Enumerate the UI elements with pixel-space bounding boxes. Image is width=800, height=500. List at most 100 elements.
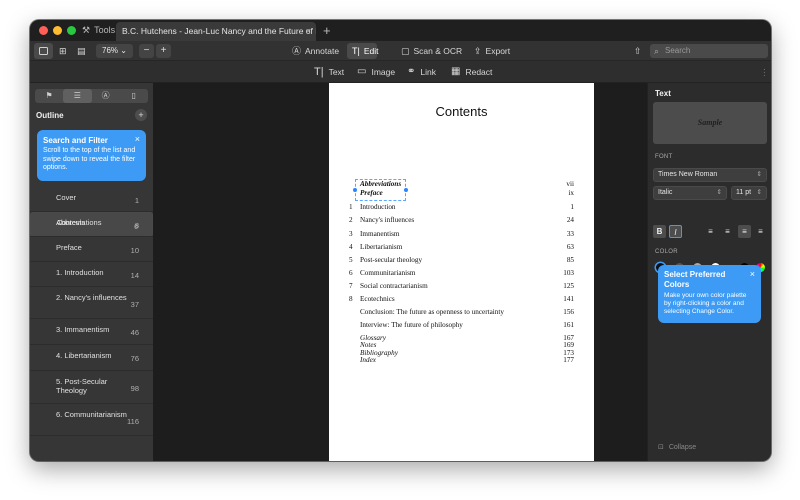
- add-image-button[interactable]: ▭ Image: [357, 64, 395, 80]
- bold-button[interactable]: B: [653, 225, 666, 238]
- tab-document[interactable]: B.C. Hutchens - Jean-Luc Nancy and the F…: [116, 22, 316, 41]
- add-text-label: Text: [328, 67, 345, 77]
- annotate-button[interactable]: Ⓐ Annotate: [287, 43, 344, 59]
- page-title: Contents: [435, 104, 488, 119]
- page-layout-button[interactable]: ▤: [72, 43, 91, 59]
- toc-row[interactable]: 5 Post-secular theology 85: [329, 256, 594, 265]
- align-justify-icon[interactable]: ≡: [754, 225, 767, 238]
- outline-item-label: Cover: [56, 193, 77, 202]
- outline-item-cover[interactable]: Cover 1: [30, 187, 153, 212]
- toc-number: 1: [349, 203, 353, 211]
- tab-tools[interactable]: ⚒ Tools: [82, 23, 115, 38]
- toc-row[interactable]: 4 Libertarianism 63: [329, 243, 594, 252]
- tab-document-title: B.C. Hutchens - Jean-Luc Nancy and the F…: [122, 26, 316, 36]
- pdf-page[interactable]: Contents Abbreviations vii Preface ix 1 Intro…: [329, 83, 594, 461]
- scan-icon: ▢: [401, 46, 410, 56]
- toc-row[interactable]: Conclusion: The future as openness to un…: [329, 308, 594, 317]
- zoom-out-button[interactable]: −: [139, 44, 154, 58]
- italic-button[interactable]: I: [669, 225, 682, 238]
- toc-row[interactable]: 1 Introduction 1: [329, 203, 594, 212]
- bookmark-icon[interactable]: ⚑: [35, 89, 63, 103]
- add-outline-button[interactable]: +: [135, 109, 147, 121]
- outline-item-page: 10: [130, 246, 139, 255]
- toc-entry-title: Libertarianism: [360, 243, 403, 251]
- edit-button[interactable]: T| Edit: [347, 43, 379, 59]
- sidebar-icon: [39, 47, 48, 55]
- close-tip-icon[interactable]: ×: [135, 134, 140, 144]
- share-button[interactable]: ⇧: [629, 43, 647, 59]
- toc-entry-title: Post-secular theology: [360, 256, 423, 264]
- maximize-window-button[interactable]: [67, 26, 76, 35]
- minimize-window-button[interactable]: [53, 26, 62, 35]
- outline-item-introduction[interactable]: 1. Introduction 14: [30, 262, 153, 287]
- outline-item-libertarianism[interactable]: 4. Libertarianism 76: [30, 345, 153, 371]
- toc-page-number: 161: [563, 321, 574, 329]
- outline-item-label: 1. Introduction: [56, 268, 104, 277]
- close-tip-icon[interactable]: ×: [750, 269, 755, 279]
- annotations-tab-icon[interactable]: Ⓐ: [92, 89, 120, 103]
- search-input[interactable]: ⌕ Search: [650, 44, 768, 58]
- toc-entry-title: Immanentism: [360, 230, 400, 238]
- zoom-select[interactable]: 76% ⌄: [96, 44, 133, 58]
- search-icon: ⌕: [654, 46, 660, 56]
- toc-number: 7: [349, 282, 353, 290]
- zoom-in-button[interactable]: +: [156, 44, 171, 58]
- toc-row[interactable]: Preface ix: [329, 189, 594, 198]
- outline-item-preface[interactable]: Preface 10: [30, 237, 153, 262]
- outline-item-label: 2. Nancy's influences: [56, 293, 127, 302]
- close-window-button[interactable]: [39, 26, 48, 35]
- thumbnails-button[interactable]: ⊞: [54, 43, 72, 59]
- outline-item-page: 76: [130, 354, 139, 363]
- sidebar-toggle-button[interactable]: [34, 43, 53, 59]
- redact-icon: ▦: [451, 66, 461, 77]
- outline-tab-icon[interactable]: ☰: [63, 89, 92, 103]
- toc-entry-title: Ecotechnics: [360, 295, 395, 303]
- toc-page-number: 141: [563, 295, 574, 303]
- zoom-value: 76%: [102, 46, 119, 55]
- scan-ocr-button[interactable]: ▢ Scan & OCR: [396, 43, 467, 59]
- toc-number: 3: [349, 230, 353, 238]
- text-tool-icon: T|: [314, 66, 324, 78]
- add-link-label: Link: [420, 67, 436, 77]
- redact-button[interactable]: ▦ Redact: [451, 64, 492, 80]
- align-left-icon[interactable]: ≡: [704, 225, 717, 238]
- outline-item-abbreviations[interactable]: Abbreviations 8: [30, 212, 153, 237]
- new-tab-button[interactable]: +: [323, 22, 331, 39]
- outline-item-label: Preface: [56, 243, 82, 252]
- align-right-icon[interactable]: ≡: [738, 225, 751, 238]
- outline-item-post-secular-theology[interactable]: 5. Post-Secular Theology 98: [30, 371, 153, 404]
- toc-row[interactable]: 8 Ecotechnics 141: [329, 295, 594, 304]
- collapse-label: Collapse: [668, 443, 697, 451]
- toc-entry-title: Abbreviations: [360, 180, 402, 188]
- outline-item-immanentism[interactable]: 3. Immanentism 46: [30, 319, 153, 345]
- add-text-button[interactable]: T| Text: [314, 64, 344, 80]
- toc-row[interactable]: Abbreviations vii: [329, 180, 594, 189]
- tip-body: Make your own color palette by right-cli…: [664, 292, 747, 315]
- toc-row[interactable]: Interview: The future of philosophy 161: [329, 321, 594, 330]
- toc-row[interactable]: Index 177: [329, 356, 594, 365]
- collapse-panel-button[interactable]: ⊡ Collapse: [658, 443, 697, 452]
- add-link-button[interactable]: ⚭ Link: [407, 64, 436, 80]
- pages-tab-icon[interactable]: ▯: [120, 89, 148, 103]
- toc-row[interactable]: 2 Nancy's influences 24: [329, 216, 594, 225]
- toc-row[interactable]: 6 Communitarianism 103: [329, 269, 594, 278]
- align-center-icon[interactable]: ≡: [721, 225, 734, 238]
- redact-label: Redact: [465, 67, 493, 77]
- font-size-select[interactable]: 11 pt ⇕: [731, 186, 767, 200]
- toc-number: 8: [349, 295, 353, 303]
- font-style-select[interactable]: Italic ⇕: [653, 186, 727, 200]
- toc-entry-title: Preface: [360, 189, 383, 197]
- close-tab-icon[interactable]: ×: [306, 22, 311, 41]
- document-canvas[interactable]: Contents Abbreviations vii Preface ix 1 Intro…: [153, 83, 647, 461]
- outline-item-influences[interactable]: 2. Nancy's influences 37: [30, 287, 153, 319]
- link-icon: ⚭: [407, 66, 416, 77]
- export-button[interactable]: ⇪ Export: [469, 43, 515, 59]
- outline-item-label: Abbreviations: [56, 218, 102, 227]
- toc-row[interactable]: 3 Immanentism 33: [329, 230, 594, 239]
- image-icon: ▭: [357, 66, 367, 77]
- outline-item-communitarianism[interactable]: 6. Communitarianism 116: [30, 404, 153, 436]
- toc-row[interactable]: 7 Social contractarianism 125: [329, 282, 594, 291]
- font-family-select[interactable]: Times New Roman ⇕: [653, 168, 767, 182]
- tip-body: Scroll to the top of the list and swipe …: [43, 147, 136, 171]
- outline-item-label: 3. Immanentism: [56, 325, 110, 334]
